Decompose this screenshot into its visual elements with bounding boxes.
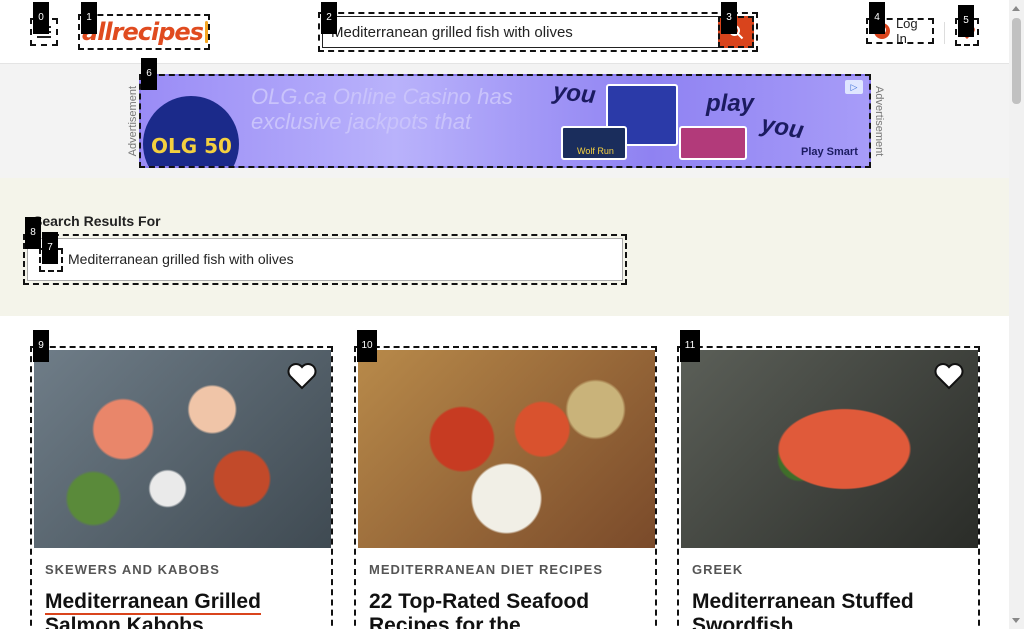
recipe-card[interactable]: SKEWERS AND KABOBS Mediterranean Grilled… bbox=[30, 346, 333, 629]
page-scrollbar[interactable] bbox=[1009, 0, 1024, 629]
element-badge: 0 bbox=[33, 2, 49, 34]
element-badge: 11 bbox=[680, 330, 700, 362]
search-input[interactable] bbox=[322, 16, 720, 48]
ad-label-left: Advertisement bbox=[127, 86, 139, 157]
ad-game-tile-3 bbox=[679, 126, 747, 160]
header-divider bbox=[944, 22, 945, 44]
ad-word-play: play bbox=[706, 90, 755, 117]
recipe-card-title[interactable]: 22 Top-Rated Seafood Recipes for the bbox=[369, 590, 649, 629]
recipe-card-category: SKEWERS AND KABOBS bbox=[45, 562, 220, 577]
ad-headline-line2: exclusive jackpots that bbox=[251, 109, 472, 134]
element-badge: 9 bbox=[33, 330, 49, 362]
element-badge: 7 bbox=[42, 232, 58, 264]
advertisement-banner[interactable]: OLG 50 OLG.ca Online Casino has exclusiv… bbox=[139, 74, 871, 168]
scroll-thumb[interactable] bbox=[1012, 18, 1021, 104]
recipe-card-category: MEDITERRANEAN DIET RECIPES bbox=[369, 562, 604, 577]
search-form bbox=[318, 12, 758, 52]
recipe-card[interactable]: MEDITERRANEAN DIET RECIPES 22 Top-Rated … bbox=[354, 346, 657, 629]
page: allrecipes Log In Advertisement Advertis… bbox=[0, 0, 1009, 629]
logo-spoon-icon bbox=[204, 21, 208, 43]
recipe-card-title-text: Mediterranean Grilled Salmon Kabobs bbox=[45, 590, 261, 629]
ad-label-right: Advertisement bbox=[873, 86, 885, 157]
ad-game-tile-2: Wolf Run bbox=[561, 126, 627, 160]
element-badge: 3 bbox=[721, 2, 737, 34]
ad-headline-line1: OLG.ca Online Casino has bbox=[251, 84, 513, 109]
recipe-card-title-text: 22 Top-Rated Seafood Recipes for the bbox=[369, 590, 590, 629]
search-results-query[interactable]: Mediterranean grilled fish with olives bbox=[27, 238, 623, 281]
ad-cta: Play Smart bbox=[801, 146, 858, 158]
scroll-up-arrow-icon[interactable] bbox=[1012, 6, 1020, 11]
search-results-heading: Search Results For bbox=[33, 213, 161, 229]
allrecipes-logo[interactable]: allrecipes bbox=[78, 14, 210, 50]
login-label: Log In bbox=[895, 16, 918, 46]
ad-headline: OLG.ca Online Casino has exclusive jackp… bbox=[251, 84, 513, 134]
recipe-card-title[interactable]: Mediterranean Grilled Salmon Kabobs bbox=[45, 590, 325, 629]
site-header: allrecipes Log In bbox=[0, 0, 1009, 64]
ad-tile-label: Wolf Run bbox=[577, 146, 614, 156]
save-recipe-heart-icon[interactable] bbox=[934, 362, 964, 390]
element-badge: 2 bbox=[321, 2, 337, 34]
recipe-card-image[interactable] bbox=[358, 350, 655, 548]
recipe-card-category: GREEK bbox=[692, 562, 744, 577]
ad-word-you-1: you bbox=[551, 77, 598, 110]
element-badge: 6 bbox=[141, 58, 157, 90]
recipe-card-title-text: Mediterranean Stuffed Swordfish bbox=[692, 590, 914, 629]
element-badge: 1 bbox=[81, 2, 97, 34]
element-badge: 8 bbox=[25, 217, 41, 249]
scroll-down-arrow-icon[interactable] bbox=[1012, 618, 1020, 623]
ad-brand: OLG 50 bbox=[151, 134, 232, 158]
element-badge: 10 bbox=[357, 330, 377, 362]
adchoices-icon[interactable]: ▷ bbox=[845, 80, 863, 94]
logo-text: allrecipes bbox=[82, 18, 204, 46]
element-badge: 4 bbox=[869, 2, 885, 34]
recipe-card[interactable]: GREEK Mediterranean Stuffed Swordfish bbox=[677, 346, 980, 629]
recipe-card-title[interactable]: Mediterranean Stuffed Swordfish bbox=[692, 590, 972, 629]
element-badge: 5 bbox=[958, 5, 974, 37]
search-results-query-box[interactable]: Mediterranean grilled fish with olives bbox=[23, 234, 627, 285]
save-recipe-heart-icon[interactable] bbox=[287, 362, 317, 390]
